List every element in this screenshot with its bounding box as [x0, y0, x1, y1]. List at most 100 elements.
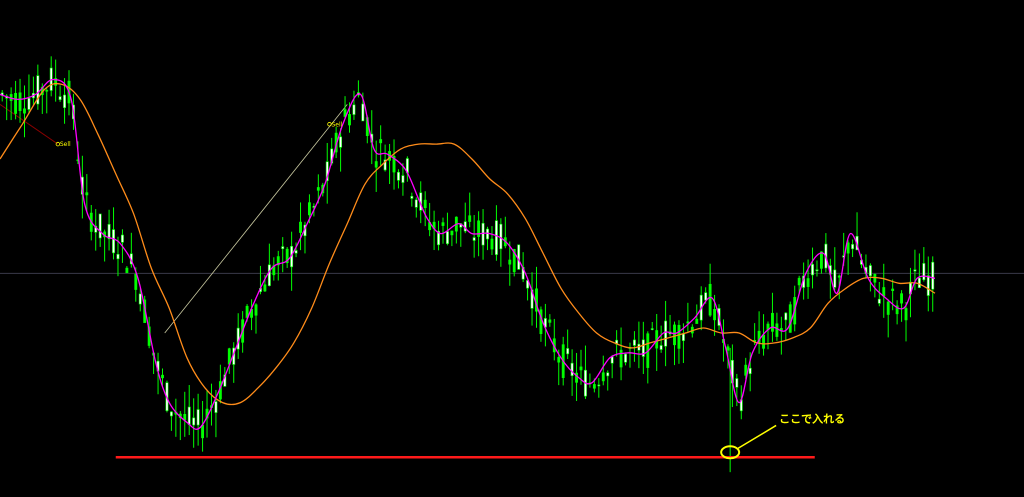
candle-body	[134, 273, 138, 290]
candle-body	[254, 304, 258, 316]
candle-body	[922, 263, 926, 281]
sell-marker-label: Sell	[60, 141, 71, 148]
candle-body	[664, 320, 668, 347]
candle-body	[681, 333, 685, 341]
candle-body	[619, 349, 623, 368]
candle-body	[348, 114, 351, 126]
candle-body	[121, 234, 124, 243]
candle-body	[450, 230, 454, 236]
candle-body	[58, 96, 62, 100]
candle-body	[886, 301, 890, 315]
candle-body	[877, 298, 881, 304]
candle-body	[579, 366, 583, 371]
candle-body	[196, 409, 200, 426]
candle-body	[499, 223, 503, 250]
candle-body	[169, 411, 173, 417]
candle-body	[112, 229, 115, 254]
candle-body	[316, 187, 320, 191]
candle-body	[45, 89, 49, 92]
candle-body	[508, 259, 512, 265]
candle-body	[726, 346, 730, 351]
candle-body	[900, 293, 903, 304]
candle-body	[446, 231, 449, 244]
candle-body	[472, 237, 476, 241]
candle-body	[917, 277, 921, 288]
candle-body	[27, 97, 31, 110]
candle-body	[281, 246, 285, 250]
candle-body	[811, 264, 814, 276]
candle-body	[441, 222, 445, 226]
candle-body	[98, 213, 102, 239]
candle-body	[677, 324, 681, 349]
candle-body	[610, 356, 614, 364]
candle-body	[307, 202, 311, 216]
candle-body	[851, 244, 855, 250]
candle-body	[806, 278, 810, 287]
candle-body	[494, 220, 498, 255]
candle-body	[161, 374, 164, 379]
candle-body	[125, 267, 129, 273]
candle-body	[138, 293, 142, 305]
candle-body	[548, 319, 552, 323]
candle-body	[116, 254, 120, 260]
candle-body	[659, 345, 663, 350]
candle-body	[423, 199, 427, 209]
candle-body	[695, 318, 699, 324]
candle-body	[374, 161, 378, 168]
candle-body	[23, 108, 26, 114]
candle-body	[294, 250, 298, 254]
candle-body	[882, 287, 886, 297]
candle-body	[771, 312, 774, 332]
candle-body	[815, 269, 819, 272]
candle-body	[819, 251, 823, 269]
candle-body	[784, 312, 788, 321]
candle-body	[63, 94, 66, 108]
candle-body	[397, 171, 400, 181]
candle-body	[187, 406, 191, 426]
candle-body	[597, 384, 601, 387]
candle-body	[14, 93, 18, 114]
candle-body	[352, 104, 356, 115]
candle-body	[201, 424, 205, 439]
candle-body	[481, 222, 485, 246]
candle-body	[85, 192, 89, 196]
candle-body	[762, 334, 765, 349]
candle-body	[410, 195, 414, 199]
candle-body	[673, 324, 676, 346]
candle-body	[868, 265, 872, 277]
candle-body	[490, 238, 494, 250]
candle-body	[633, 339, 636, 346]
candle-body	[926, 275, 930, 296]
candle-body	[361, 103, 365, 122]
candle-body	[299, 221, 302, 233]
candle-body	[931, 261, 935, 290]
candle-body	[650, 328, 654, 330]
candle-body	[606, 372, 610, 377]
candle-body	[775, 323, 779, 337]
candle-body	[833, 269, 837, 288]
annotation-label: ここで入れる	[779, 412, 845, 425]
candle-body	[107, 224, 111, 240]
candle-body	[557, 357, 561, 363]
candle-body	[797, 277, 801, 286]
candle-body	[748, 367, 752, 374]
candle-body	[379, 139, 383, 144]
candle-body	[735, 378, 739, 388]
candle-body	[401, 175, 405, 183]
candle-body	[570, 362, 574, 376]
candle-body	[592, 384, 596, 389]
candle-body	[339, 136, 343, 148]
candle-body	[414, 199, 418, 208]
candle-body	[708, 283, 712, 316]
candle-body	[837, 275, 841, 278]
candle-body	[18, 92, 22, 111]
candle-body	[566, 348, 570, 355]
candle-body	[517, 244, 521, 270]
candle-body	[624, 353, 627, 363]
candle-body	[486, 228, 489, 240]
candle-body	[913, 269, 917, 272]
candle-body	[904, 308, 908, 321]
candle-body	[713, 308, 716, 321]
candle-body	[891, 288, 895, 291]
candle-body	[267, 264, 271, 286]
